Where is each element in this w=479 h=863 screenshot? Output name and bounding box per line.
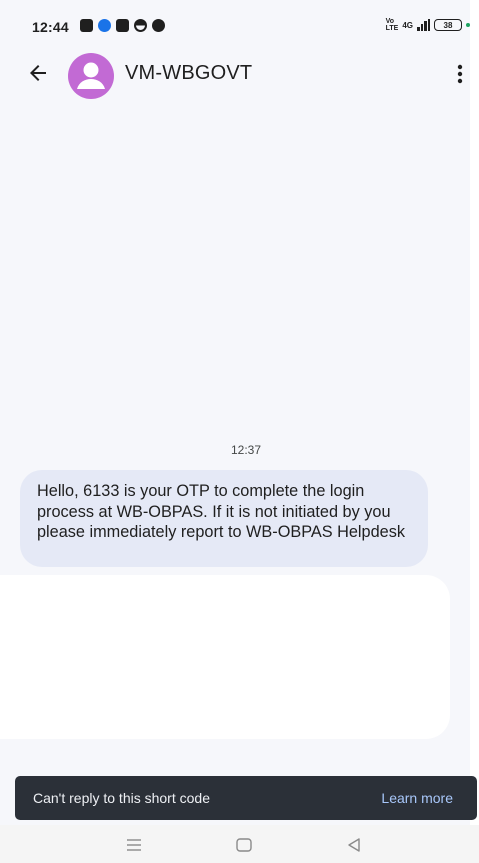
battery-icon: 38 [434, 19, 462, 31]
gallery-notification-icon [80, 19, 93, 32]
blank-panel [0, 575, 450, 739]
person-icon [77, 62, 105, 89]
conversation-screen: 12:44 Vo LTE 4G 38 VM-WBGOVT 12:37 Hello… [0, 0, 470, 863]
volte-icon: Vo LTE [385, 18, 399, 32]
sync-notification-icon [134, 19, 147, 32]
contact-avatar[interactable] [68, 53, 114, 99]
network-type: 4G [402, 20, 413, 30]
app-notification-icon [98, 19, 111, 32]
signal-icon [417, 19, 430, 31]
snackbar: Can't reply to this short code Learn mor… [15, 776, 477, 820]
conversation-header: VM-WBGOVT [0, 48, 470, 100]
home-icon[interactable] [234, 835, 254, 855]
battery-level: 38 [443, 21, 453, 30]
more-vert-icon[interactable] [452, 63, 468, 85]
recents-icon[interactable] [124, 835, 144, 855]
screen-edge [470, 0, 479, 863]
chrome-notification-icon [152, 19, 165, 32]
system-icons: Vo LTE 4G 38 [386, 18, 470, 32]
message-notification-icon [116, 19, 129, 32]
learn-more-button[interactable]: Learn more [381, 790, 453, 806]
message-bubble[interactable]: Hello, 6133 is your OTP to complete the … [20, 470, 428, 567]
snackbar-text: Can't reply to this short code [33, 790, 210, 806]
arrow-back-icon[interactable] [26, 61, 50, 85]
status-time: 12:44 [32, 19, 69, 35]
back-triangle-icon[interactable] [344, 835, 364, 855]
status-bar: 12:44 Vo LTE 4G 38 [0, 0, 470, 44]
navigation-bar [0, 825, 479, 863]
message-timestamp: 12:37 [230, 443, 262, 457]
contact-name[interactable]: VM-WBGOVT [125, 62, 252, 85]
notification-icons [80, 19, 165, 32]
